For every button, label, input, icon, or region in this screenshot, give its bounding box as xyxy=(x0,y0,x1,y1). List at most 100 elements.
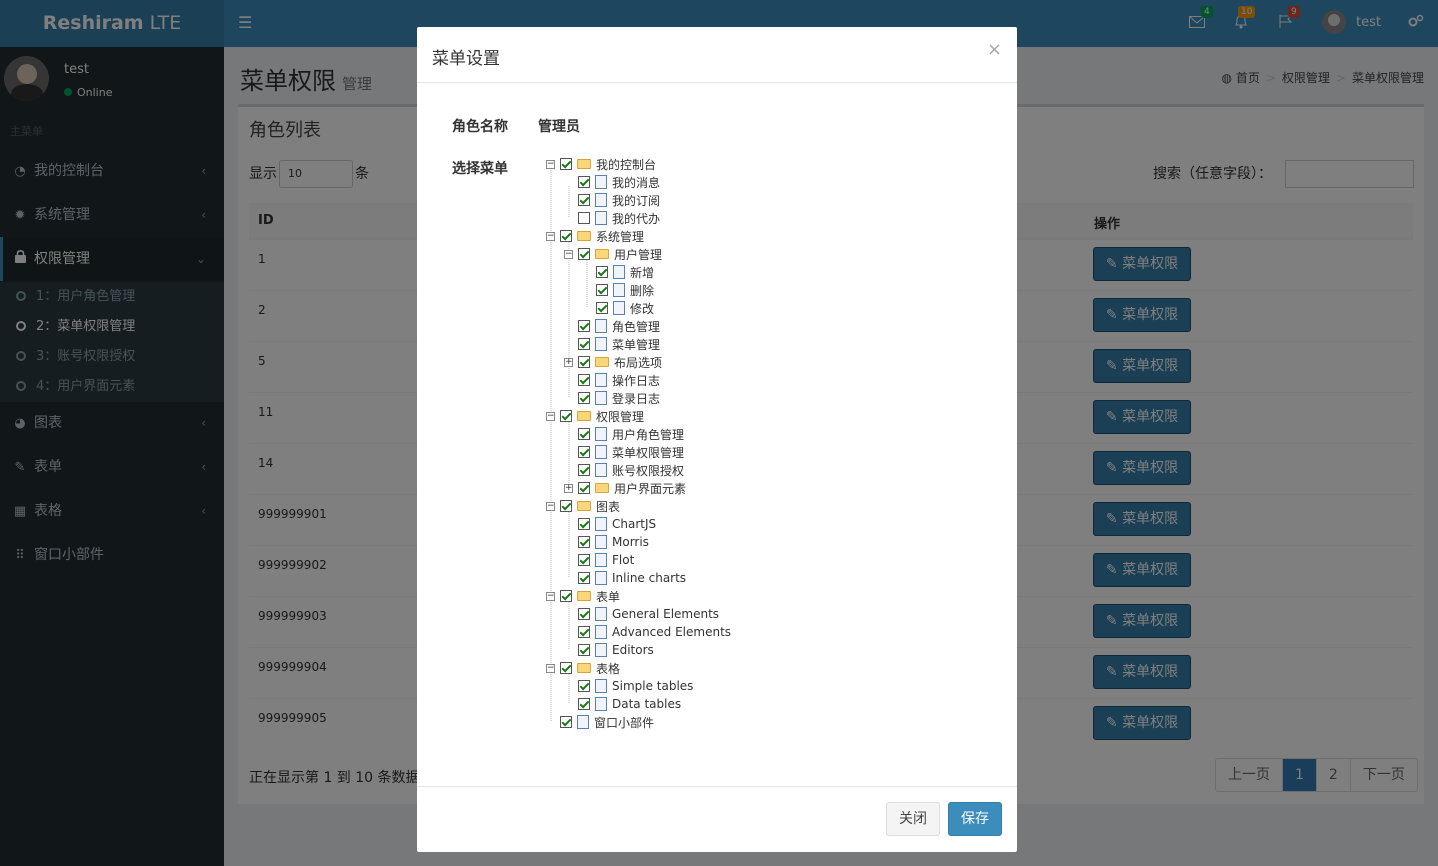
tree-checkbox[interactable] xyxy=(578,338,590,350)
tree-checkbox[interactable] xyxy=(596,302,608,314)
tree-checkbox[interactable] xyxy=(596,266,608,278)
tree-node-label[interactable]: 我的控制台 xyxy=(596,156,656,173)
tree-checkbox[interactable] xyxy=(578,554,590,566)
tree-node: 修改 xyxy=(582,299,654,317)
folder-icon xyxy=(595,249,609,259)
tree-node: + 用户界面元素 xyxy=(564,479,686,497)
collapse-icon[interactable]: − xyxy=(546,231,555,241)
tree-node: 用户角色管理 xyxy=(564,425,684,443)
tree-node-label[interactable]: 表格 xyxy=(596,660,620,677)
tree-checkbox[interactable] xyxy=(578,374,590,386)
tree-node-label[interactable]: 菜单管理 xyxy=(612,336,660,353)
tree-checkbox[interactable] xyxy=(578,248,590,260)
tree-checkbox[interactable] xyxy=(578,518,590,530)
folder-icon xyxy=(595,357,609,367)
file-icon xyxy=(595,553,607,567)
file-icon xyxy=(595,337,607,351)
tree-checkbox[interactable] xyxy=(578,626,590,638)
file-icon xyxy=(595,193,607,207)
tree-node-label[interactable]: Flot xyxy=(612,553,634,567)
file-icon xyxy=(595,373,607,387)
expand-icon[interactable]: + xyxy=(564,357,573,367)
tree-node: 删除 xyxy=(582,281,654,299)
tree-node-label[interactable]: 操作日志 xyxy=(612,372,660,389)
file-icon xyxy=(595,391,607,405)
file-icon xyxy=(595,643,607,657)
tree-node-label[interactable]: 用户角色管理 xyxy=(612,426,684,443)
file-icon xyxy=(613,265,625,279)
tree-node: 账号权限授权 xyxy=(564,461,684,479)
tree-node: General Elements xyxy=(564,605,719,623)
tree-node-label[interactable]: 用户界面元素 xyxy=(614,480,686,497)
tree-node-label[interactable]: 角色管理 xyxy=(612,318,660,335)
tree-checkbox[interactable] xyxy=(578,194,590,206)
tree-checkbox[interactable] xyxy=(578,392,590,404)
tree-checkbox[interactable] xyxy=(560,410,572,422)
tree-checkbox[interactable] xyxy=(578,680,590,692)
tree-checkbox[interactable] xyxy=(596,284,608,296)
tree-node-label[interactable]: Simple tables xyxy=(612,679,693,693)
tree-checkbox[interactable] xyxy=(578,176,590,188)
tree-node-label[interactable]: 用户管理 xyxy=(614,246,662,263)
collapse-icon[interactable]: − xyxy=(546,591,555,601)
tree-checkbox[interactable] xyxy=(578,536,590,548)
tree-checkbox[interactable] xyxy=(578,446,590,458)
close-button[interactable]: 关闭 xyxy=(886,802,940,836)
collapse-icon[interactable]: − xyxy=(546,663,555,673)
tree-node: 窗口小部件 xyxy=(546,713,654,731)
tree-node-label[interactable]: 窗口小部件 xyxy=(594,714,654,731)
tree-checkbox[interactable] xyxy=(578,320,590,332)
collapse-icon[interactable]: − xyxy=(546,501,555,511)
collapse-icon[interactable]: − xyxy=(546,411,555,421)
tree-checkbox[interactable] xyxy=(560,662,572,674)
tree-node-label[interactable]: 修改 xyxy=(630,300,654,317)
tree-node-label[interactable]: Inline charts xyxy=(612,571,686,585)
tree-checkbox[interactable] xyxy=(578,608,590,620)
tree-checkbox[interactable] xyxy=(578,212,590,224)
file-icon xyxy=(613,283,625,297)
modal-footer: 关闭 保存 xyxy=(417,786,1017,852)
tree-node-label[interactable]: Morris xyxy=(612,535,649,549)
menu-settings-modal: 菜单设置 × 角色名称 管理员 选择菜单 − 我的控制台 我的消息 我的订阅 我的代办 −… xyxy=(417,27,1017,852)
tree-checkbox[interactable] xyxy=(578,698,590,710)
collapse-icon[interactable]: − xyxy=(546,159,555,169)
tree-node-label[interactable]: 系统管理 xyxy=(596,228,644,245)
tree-node-label[interactable]: 权限管理 xyxy=(596,408,644,425)
file-icon xyxy=(595,517,607,531)
tree-node-label[interactable]: 我的代办 xyxy=(612,210,660,227)
tree-node-label[interactable]: 删除 xyxy=(630,282,654,299)
tree-node: 我的消息 xyxy=(564,173,660,191)
tree-checkbox[interactable] xyxy=(560,716,572,728)
tree-node-label[interactable]: 我的订阅 xyxy=(612,192,660,209)
collapse-icon[interactable]: − xyxy=(564,249,573,259)
tree-checkbox[interactable] xyxy=(560,590,572,602)
tree-node-label[interactable]: 表单 xyxy=(596,588,620,605)
tree-node-label[interactable]: 我的消息 xyxy=(612,174,660,191)
tree-checkbox[interactable] xyxy=(578,428,590,440)
tree-checkbox[interactable] xyxy=(560,158,572,170)
tree-node-label[interactable]: 账号权限授权 xyxy=(612,462,684,479)
tree-checkbox[interactable] xyxy=(578,572,590,584)
expand-icon[interactable]: + xyxy=(564,483,573,493)
tree-checkbox[interactable] xyxy=(578,482,590,494)
tree-checkbox[interactable] xyxy=(578,464,590,476)
tree-node-label[interactable]: Data tables xyxy=(612,697,681,711)
tree-node-label[interactable]: General Elements xyxy=(612,607,719,621)
tree-checkbox[interactable] xyxy=(560,230,572,242)
file-icon xyxy=(595,319,607,333)
save-button[interactable]: 保存 xyxy=(948,802,1002,836)
tree-node-label[interactable]: 登录日志 xyxy=(612,390,660,407)
tree-node-label[interactable]: 图表 xyxy=(596,498,620,515)
folder-icon xyxy=(577,159,591,169)
tree-node-label[interactable]: 新增 xyxy=(630,264,654,281)
tree-node-label[interactable]: 布局选项 xyxy=(614,354,662,371)
tree-checkbox[interactable] xyxy=(560,500,572,512)
tree-checkbox[interactable] xyxy=(578,644,590,656)
tree-node-label[interactable]: ChartJS xyxy=(612,517,656,531)
tree-node: 我的代办 xyxy=(564,209,660,227)
tree-node-label[interactable]: Editors xyxy=(612,643,654,657)
tree-node-label[interactable]: Advanced Elements xyxy=(612,625,731,639)
tree-node-label[interactable]: 菜单权限管理 xyxy=(612,444,684,461)
tree-checkbox[interactable] xyxy=(578,356,590,368)
folder-icon xyxy=(577,411,591,421)
